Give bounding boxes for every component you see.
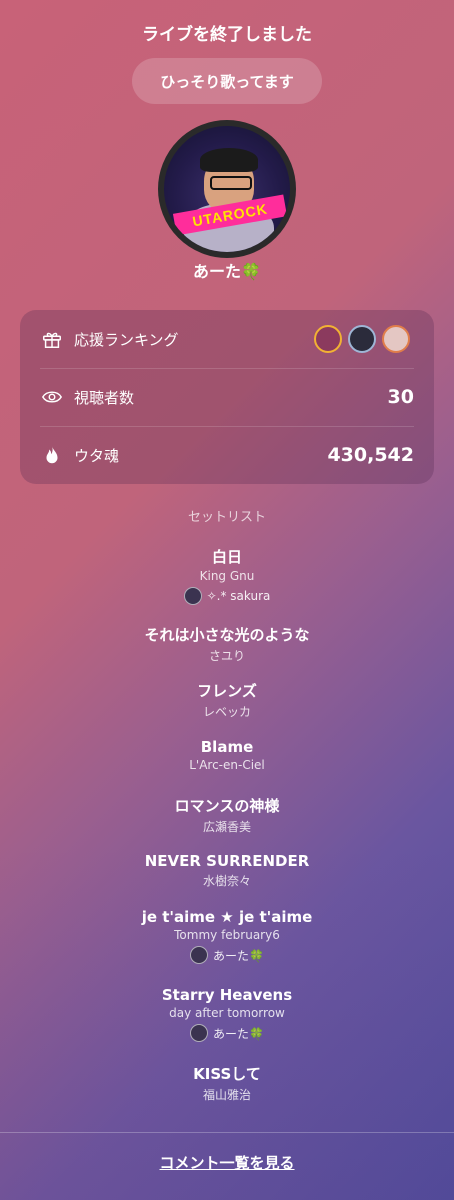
song-artist: Tommy february6 <box>174 928 280 942</box>
requester-name: あーた🍀 <box>213 948 264 963</box>
song-item: それは小さな光のような さユり <box>0 624 454 664</box>
flame-icon <box>40 443 64 467</box>
gift-icon <box>40 327 64 351</box>
soul-label: ウタ魂 <box>74 446 120 465</box>
viewers-label: 視聴者数 <box>74 388 135 407</box>
song-name: Blame <box>200 738 254 756</box>
song-artist: day after tomorrow <box>169 1006 285 1020</box>
requester-avatar <box>190 1024 209 1042</box>
song-artist: さユり <box>208 649 245 663</box>
song-item: NEVER SURRENDER 水樹奈々 <box>0 852 454 889</box>
requester-avatar <box>190 946 209 964</box>
requester-name: あーた🍀 <box>213 1026 264 1041</box>
song-item: ロマンスの神様 広瀬香美 <box>0 795 454 835</box>
viewers-row: 視聴者数 30 <box>20 368 434 426</box>
song-item: je t'aime ★ je t'aime Tommy february6 あー… <box>0 908 454 964</box>
song-item: フレンズ レベッカ <box>0 680 454 720</box>
requester-name: ✧.* sakura <box>206 589 271 603</box>
rank-avatar-1[interactable] <box>314 325 342 353</box>
footer-divider <box>0 1132 454 1133</box>
eye-icon <box>40 385 64 409</box>
soul-row: ウタ魂 430,542 <box>20 426 434 484</box>
song-item: Blame L'Arc-en-Ciel <box>0 738 454 772</box>
viewers-value: 30 <box>387 386 414 408</box>
song-requester[interactable]: あーた🍀 <box>0 946 454 964</box>
song-name: フレンズ <box>197 682 257 700</box>
avatar-glasses <box>210 176 252 190</box>
setlist-title: セットリスト <box>187 510 266 525</box>
live-title-pill: ひっそり歌ってます <box>132 58 322 104</box>
song-artist: レベッカ <box>202 705 251 719</box>
song-item: Starry Heavens day after tomorrow あーた🍀 <box>0 986 454 1042</box>
song-name: KISSして <box>193 1065 261 1083</box>
song-name: それは小さな光のような <box>144 626 310 644</box>
ranking-row[interactable]: 応援ランキング <box>20 310 434 368</box>
song-requester[interactable]: あーた🍀 <box>0 1024 454 1042</box>
song-requester[interactable]: ✧.* sakura <box>0 587 454 605</box>
song-name: Starry Heavens <box>161 986 293 1004</box>
song-name: 白日 <box>211 548 242 566</box>
rank-avatar-2[interactable] <box>348 325 376 353</box>
host-avatar[interactable]: UTAROCK <box>158 120 296 258</box>
ranking-label: 応援ランキング <box>74 330 179 349</box>
song-artist: King Gnu <box>199 569 255 583</box>
host-name[interactable]: あーた🍀 <box>0 258 454 282</box>
avatar-hair <box>200 148 258 172</box>
song-name: ロマンスの神様 <box>174 797 280 815</box>
end-title: ライブを終了しました <box>142 25 312 45</box>
song-artist: 水樹奈々 <box>202 874 251 888</box>
song-name: je t'aime ★ je t'aime <box>141 908 313 926</box>
song-artist: L'Arc-en-Ciel <box>189 758 265 772</box>
song-artist: 広瀬香美 <box>202 820 251 834</box>
live-title: ひっそり歌ってます <box>160 72 294 91</box>
rank-avatar-3[interactable] <box>382 325 410 353</box>
soul-value: 430,542 <box>327 444 414 466</box>
song-item: KISSして 福山雅治 <box>0 1063 454 1103</box>
song-name: NEVER SURRENDER <box>144 852 310 870</box>
requester-avatar <box>183 587 202 605</box>
song-artist: 福山雅治 <box>202 1088 251 1102</box>
comments-link[interactable]: コメント一覧を見る <box>0 1152 454 1173</box>
stats-card: 応援ランキング 視聴者数 30 ウタ魂 430,542 <box>20 310 434 484</box>
song-item: 白日 King Gnu ✧.* sakura <box>0 546 454 605</box>
